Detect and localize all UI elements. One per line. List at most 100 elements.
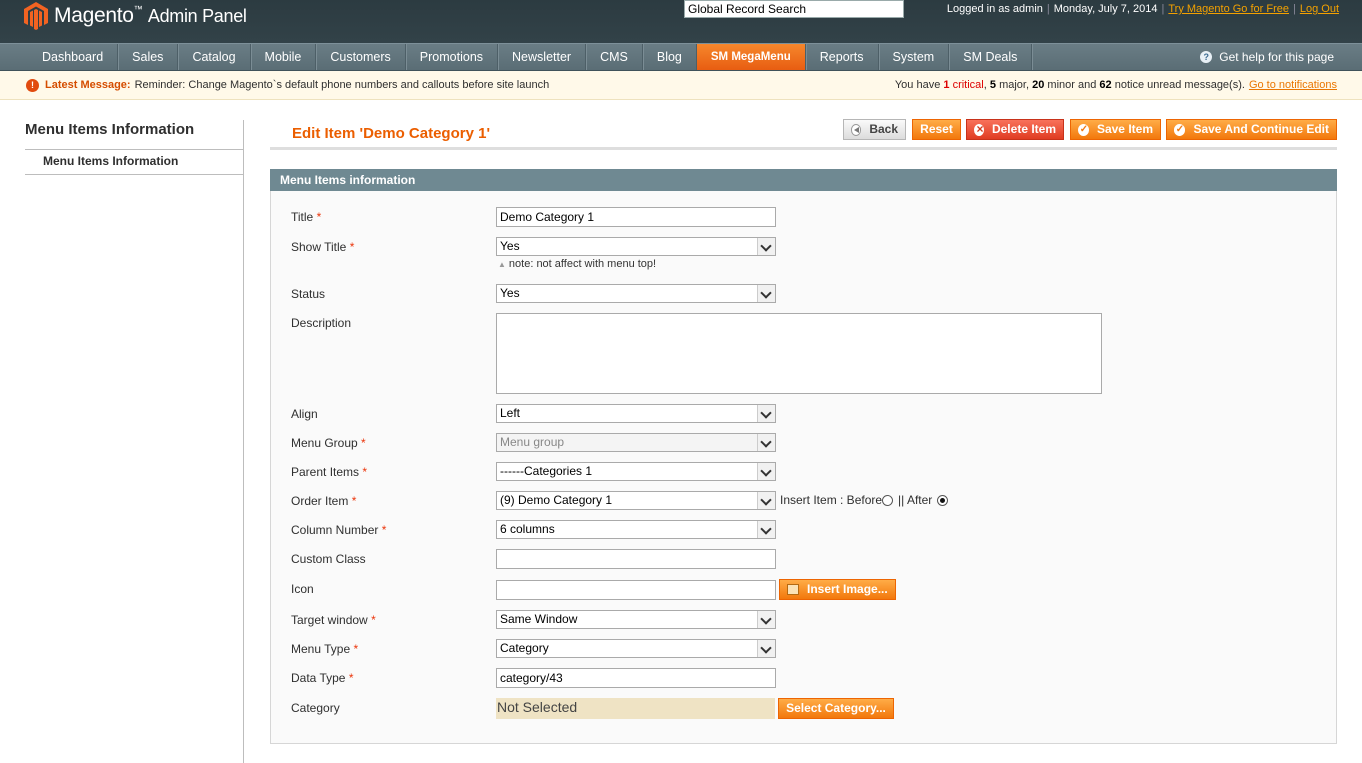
sidebar-divider: [25, 149, 244, 150]
order-item-label: Order Item *: [291, 494, 357, 508]
custom-class-label: Custom Class: [291, 552, 366, 566]
show-title-select[interactable]: Yes: [496, 237, 776, 256]
delete-item-button[interactable]: Delete Item: [966, 119, 1064, 140]
sidebar-border: [243, 120, 244, 763]
parent-items-label: Parent Items *: [291, 465, 368, 479]
main-nav: Dashboard Sales Catalog Mobile Customers Prom…: [0, 43, 1362, 71]
description-textarea[interactable]: [496, 313, 1102, 394]
title-label: Title *: [291, 210, 322, 224]
icon-input[interactable]: [496, 580, 776, 600]
message-bar: ! Latest Message: Reminder: Change Magen…: [0, 71, 1362, 100]
nav-item-system[interactable]: System: [879, 44, 950, 70]
insert-image-button[interactable]: Insert Image...: [779, 579, 896, 600]
target-window-label: Target window *: [291, 613, 376, 627]
nav-item-blog[interactable]: Blog: [643, 44, 697, 70]
menu-group-label: Menu Group *: [291, 436, 366, 450]
reset-button[interactable]: Reset: [912, 119, 961, 140]
insert-before-radio[interactable]: [882, 494, 894, 506]
magento-logo-icon: [24, 2, 48, 30]
nav-item-cms[interactable]: CMS: [586, 44, 643, 70]
show-title-note: ▲ note: not affect with menu top!: [498, 258, 657, 270]
title-divider: [270, 147, 1337, 150]
message-text: Reminder: Change Magento`s default phone…: [134, 79, 550, 91]
save-and-continue-button[interactable]: Save And Continue Edit: [1166, 119, 1337, 140]
magento-logo[interactable]: Magento™ Admin Panel: [24, 1, 247, 31]
insert-after-label: || After: [898, 493, 933, 507]
go-to-notifications-link[interactable]: Go to notifications: [1249, 79, 1337, 91]
global-search-input[interactable]: Global Record Search: [684, 0, 904, 18]
back-arrow-icon: [851, 123, 862, 136]
align-select[interactable]: Left: [496, 404, 776, 423]
chevron-down-icon: [757, 285, 775, 302]
align-label: Align: [291, 407, 318, 421]
menu-type-label: Menu Type *: [291, 642, 359, 656]
check-icon: [1174, 120, 1186, 139]
chevron-down-icon: [757, 521, 775, 538]
sidebar-divider: [25, 174, 244, 175]
back-button[interactable]: Back: [843, 119, 906, 140]
nav-item-promotions[interactable]: Promotions: [406, 44, 499, 70]
save-item-button[interactable]: Save Item: [1070, 119, 1161, 140]
parent-items-select[interactable]: ------Categories 1: [496, 462, 776, 481]
chevron-down-icon: [757, 640, 775, 657]
help-link[interactable]: ? Get help for this page: [1200, 44, 1334, 70]
logout-link[interactable]: Log Out: [1300, 3, 1339, 15]
fieldset-body: [270, 191, 1337, 744]
chevron-down-icon: [757, 611, 775, 628]
page-title: Edit Item 'Demo Category 1': [292, 125, 491, 142]
data-type-label: Data Type *: [291, 671, 354, 685]
nav-item-dashboard[interactable]: Dashboard: [28, 44, 119, 70]
chevron-down-icon: [757, 434, 775, 451]
note-triangle-icon: ▲: [498, 260, 506, 269]
chevron-down-icon: [757, 492, 775, 509]
header-links: Logged in as admin | Monday, July 7, 2014 |…: [946, 3, 1339, 15]
select-category-button[interactable]: Select Category...: [778, 698, 894, 719]
chevron-down-icon: [757, 238, 775, 255]
nav-item-reports[interactable]: Reports: [806, 44, 879, 70]
chevron-down-icon: [757, 463, 775, 480]
nav-item-sales[interactable]: Sales: [118, 44, 179, 70]
nav-item-customers[interactable]: Customers: [316, 44, 406, 70]
insert-item-label: Insert Item : Before: [780, 493, 883, 507]
nav-item-mobile[interactable]: Mobile: [251, 44, 317, 70]
title-input[interactable]: Demo Category 1: [496, 207, 776, 227]
target-window-select[interactable]: Same Window: [496, 610, 776, 629]
fieldset-header: Menu Items information: [270, 169, 1337, 191]
delete-icon: [974, 120, 986, 139]
data-type-input[interactable]: category/43: [496, 668, 776, 688]
category-label: Category: [291, 701, 340, 715]
icon-label: Icon: [291, 582, 314, 596]
menu-type-select[interactable]: Category: [496, 639, 776, 658]
category-value: Not Selected: [496, 698, 775, 719]
menu-group-select[interactable]: Menu group: [496, 433, 776, 452]
try-magento-link[interactable]: Try Magento Go for Free: [1168, 3, 1289, 15]
check-icon: [1078, 120, 1090, 139]
description-label: Description: [291, 316, 352, 330]
insert-after-radio[interactable]: [937, 494, 949, 506]
column-number-label: Column Number *: [291, 523, 387, 537]
admin-header: Magento™ Admin Panel Global Record Searc…: [0, 0, 1362, 43]
image-icon: [787, 584, 799, 595]
logged-in-text: Logged in as admin: [946, 3, 1043, 15]
logo-text: Magento™ Admin Panel: [54, 4, 247, 27]
warning-icon: !: [26, 79, 39, 92]
status-label: Status: [291, 287, 326, 301]
nav-item-newsletter[interactable]: Newsletter: [498, 44, 587, 70]
insert-position-group: Insert Item : Before || After: [780, 493, 950, 507]
status-select[interactable]: Yes: [496, 284, 776, 303]
help-label: Get help for this page: [1219, 50, 1334, 64]
header-date: Monday, July 7, 2014: [1053, 3, 1158, 15]
nav-item-catalog[interactable]: Catalog: [178, 44, 251, 70]
chevron-down-icon: [757, 405, 775, 422]
nav-item-sm-megamenu[interactable]: SM MegaMenu: [696, 44, 806, 70]
column-number-select[interactable]: 6 columns: [496, 520, 776, 539]
order-item-select[interactable]: (9) Demo Category 1: [496, 491, 776, 510]
custom-class-input[interactable]: [496, 549, 776, 569]
nav-item-sm-deals[interactable]: SM Deals: [949, 44, 1033, 70]
help-icon: ?: [1200, 51, 1213, 63]
sidebar-tab-menu-items[interactable]: Menu Items Information: [43, 154, 178, 168]
show-title-label: Show Title *: [291, 240, 355, 254]
sidebar-title: Menu Items Information: [25, 121, 195, 138]
message-title: Latest Message:: [45, 79, 131, 91]
notification-summary: You have 1 critical, 5 major, 20 minor a…: [894, 79, 1337, 91]
